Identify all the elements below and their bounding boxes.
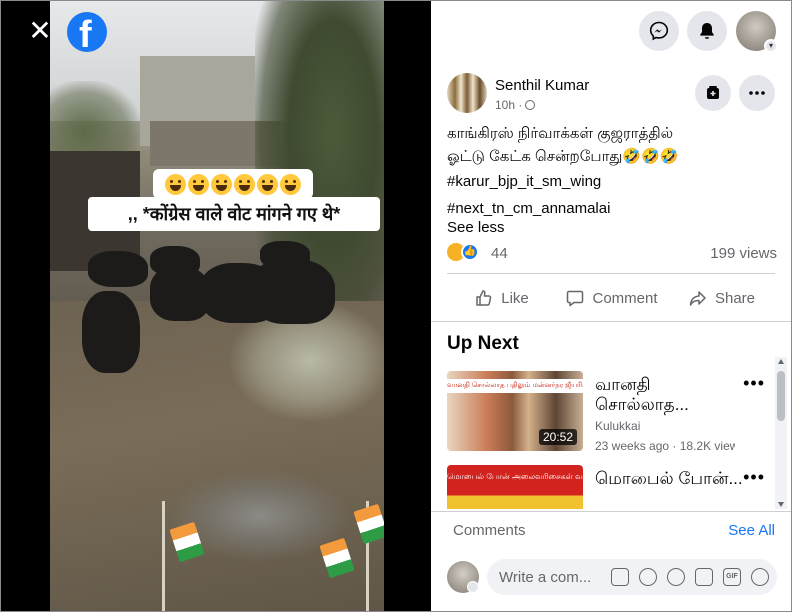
comments-bar: Comments See All bbox=[431, 511, 791, 547]
video-meta: 23 weeks ago · 18.2K views bbox=[595, 439, 735, 453]
save-post-button[interactable] bbox=[695, 75, 731, 111]
video-caption-text: ,, *कोंग्रेस वाले वोट मांगने गए थे* bbox=[127, 204, 341, 224]
bookmark-add-icon bbox=[707, 86, 719, 99]
bell-icon bbox=[700, 23, 714, 39]
divider bbox=[431, 321, 791, 322]
messenger-button[interactable] bbox=[639, 11, 679, 51]
video-duration: 20:52 bbox=[538, 429, 577, 445]
video-buffalo bbox=[150, 246, 200, 276]
sticker-icon[interactable] bbox=[751, 568, 769, 586]
video-thumbnail[interactable]: மொபைல் போன் அலைவரிசைகள் வழியே குழுங்க சி… bbox=[447, 465, 583, 509]
see-less-link[interactable]: See less bbox=[447, 219, 505, 236]
camera-icon[interactable] bbox=[695, 568, 713, 586]
comment-label: Comment bbox=[592, 289, 658, 307]
video-caption: ,, *कोंग्रेस वाले वोट मांगने गए थे* bbox=[88, 197, 380, 231]
like-icon bbox=[476, 290, 492, 306]
up-next-item[interactable]: மொபைல் போன் அலைவரிசைகள் வழியே குழுங்க சி… bbox=[447, 465, 777, 509]
hashtag-link[interactable]: #karur_bjp_it_sm_wing bbox=[447, 173, 601, 190]
post-text-line: காங்கிரஸ் நிர்வாக்கள் குஜராத்தில் bbox=[447, 125, 674, 142]
rolling-laughing-emoji bbox=[234, 173, 255, 195]
scroll-down-arrow-icon[interactable] bbox=[778, 502, 784, 507]
video-buffalo bbox=[260, 241, 310, 269]
video-channel[interactable]: Kulukkai bbox=[595, 419, 640, 433]
like-button[interactable]: Like bbox=[447, 281, 557, 315]
like-reaction-icon: 👍 bbox=[461, 243, 479, 261]
video-buffalo bbox=[88, 251, 148, 287]
more-options-icon[interactable]: ••• bbox=[743, 373, 765, 394]
see-all-link[interactable]: See All bbox=[728, 522, 775, 539]
chevron-down-icon[interactable]: ▾ bbox=[764, 39, 778, 53]
grinning-emoji bbox=[165, 173, 186, 195]
video-emoji-overlay bbox=[153, 169, 313, 199]
divider bbox=[447, 273, 775, 274]
more-options-icon[interactable]: ••• bbox=[743, 467, 765, 488]
post-header: Senthil Kumar 10h · bbox=[447, 73, 787, 117]
share-icon bbox=[689, 291, 706, 306]
grinning-emoji bbox=[257, 173, 278, 195]
author-name[interactable]: Senthil Kumar bbox=[495, 77, 589, 94]
post-side-panel: ▾ Senthil Kumar 10h · காங்கிரஸ் நிர்வாக்… bbox=[431, 1, 791, 611]
comments-label: Comments bbox=[453, 522, 526, 539]
like-label: Like bbox=[501, 289, 529, 307]
post-time[interactable]: 10h · bbox=[495, 98, 536, 112]
post-text-line: ஓட்டு கேட்க சென்றபோது🤣🤣🤣 bbox=[447, 148, 679, 165]
comment-button[interactable]: Comment bbox=[557, 281, 667, 315]
post-options-button[interactable] bbox=[739, 75, 775, 111]
comment-icon bbox=[567, 290, 584, 307]
comment-tools: GIF bbox=[611, 568, 769, 586]
video-flag-pole bbox=[162, 501, 165, 611]
comment-input[interactable] bbox=[499, 559, 609, 595]
messenger-icon bbox=[649, 21, 669, 41]
view-count: 199 views bbox=[710, 245, 777, 262]
facebook-video-viewer: ,, *कोंग्रेस वाले वोट मांगने गए थे* ✕ f … bbox=[0, 0, 792, 612]
globe-icon bbox=[525, 100, 536, 110]
more-options-icon bbox=[749, 91, 765, 95]
author-avatar[interactable] bbox=[447, 73, 487, 113]
post-time-text: 10h · bbox=[495, 98, 523, 112]
video-title[interactable]: வானதி சொல்லாத... bbox=[595, 375, 745, 415]
thumbnail-text: மொபைல் போன் அலைவரிசைகள் வழியே குழுங்க சி… bbox=[447, 472, 583, 481]
up-next-scrollbar[interactable] bbox=[775, 357, 787, 509]
emoji-icon[interactable] bbox=[667, 568, 685, 586]
top-bar: ▾ bbox=[431, 1, 791, 63]
up-next-list: வானதி சொல்லாத பதிலும் மன்னர்நர ஜீயரின் க… bbox=[447, 363, 777, 509]
up-next-item[interactable]: வானதி சொல்லாத பதிலும் மன்னர்நர ஜீயரின் க… bbox=[447, 371, 777, 461]
hashtag-link[interactable]: #next_tn_cm_annamalai bbox=[447, 200, 610, 217]
thumbnail-text: வானதி சொல்லாத பதிலும் மன்னர்நர ஜீயரின் க… bbox=[447, 379, 583, 393]
video-thumbnail[interactable]: வானதி சொல்லாத பதிலும் மன்னர்நர ஜீயரின் க… bbox=[447, 371, 583, 451]
chevron-down-icon[interactable] bbox=[467, 581, 479, 593]
avatar-sticker-icon[interactable] bbox=[611, 568, 629, 586]
post-actions: Like Comment Share bbox=[447, 281, 777, 315]
notifications-button[interactable] bbox=[687, 11, 727, 51]
video-pane[interactable]: ,, *कोंग्रेस वाले वोट मांगने गए थे* ✕ f bbox=[1, 1, 431, 611]
up-next-heading: Up Next bbox=[447, 333, 519, 354]
reactions-summary[interactable]: 👍 44 199 views bbox=[447, 243, 777, 265]
share-label: Share bbox=[714, 289, 756, 307]
comment-composer: GIF bbox=[447, 559, 777, 599]
grinning-emoji bbox=[280, 173, 301, 195]
rolling-laughing-emoji bbox=[211, 173, 232, 195]
facebook-logo-icon[interactable]: f bbox=[67, 12, 107, 52]
gif-icon[interactable]: GIF bbox=[723, 568, 741, 586]
scroll-up-arrow-icon[interactable] bbox=[778, 359, 784, 364]
grinning-emoji bbox=[188, 173, 209, 195]
reaction-count[interactable]: 44 bbox=[491, 245, 508, 262]
comment-input-container[interactable]: GIF bbox=[487, 559, 777, 595]
video-player[interactable]: ,, *कोंग्रेस वाले वोट मांगने गए थे* bbox=[50, 1, 384, 611]
video-buffalo bbox=[82, 291, 140, 373]
close-icon[interactable]: ✕ bbox=[25, 17, 55, 47]
video-title[interactable]: மொபைல் போன்... bbox=[595, 469, 745, 489]
scrollbar-thumb[interactable] bbox=[777, 371, 785, 421]
message-sticker-icon[interactable] bbox=[639, 568, 657, 586]
share-button[interactable]: Share bbox=[667, 281, 777, 315]
